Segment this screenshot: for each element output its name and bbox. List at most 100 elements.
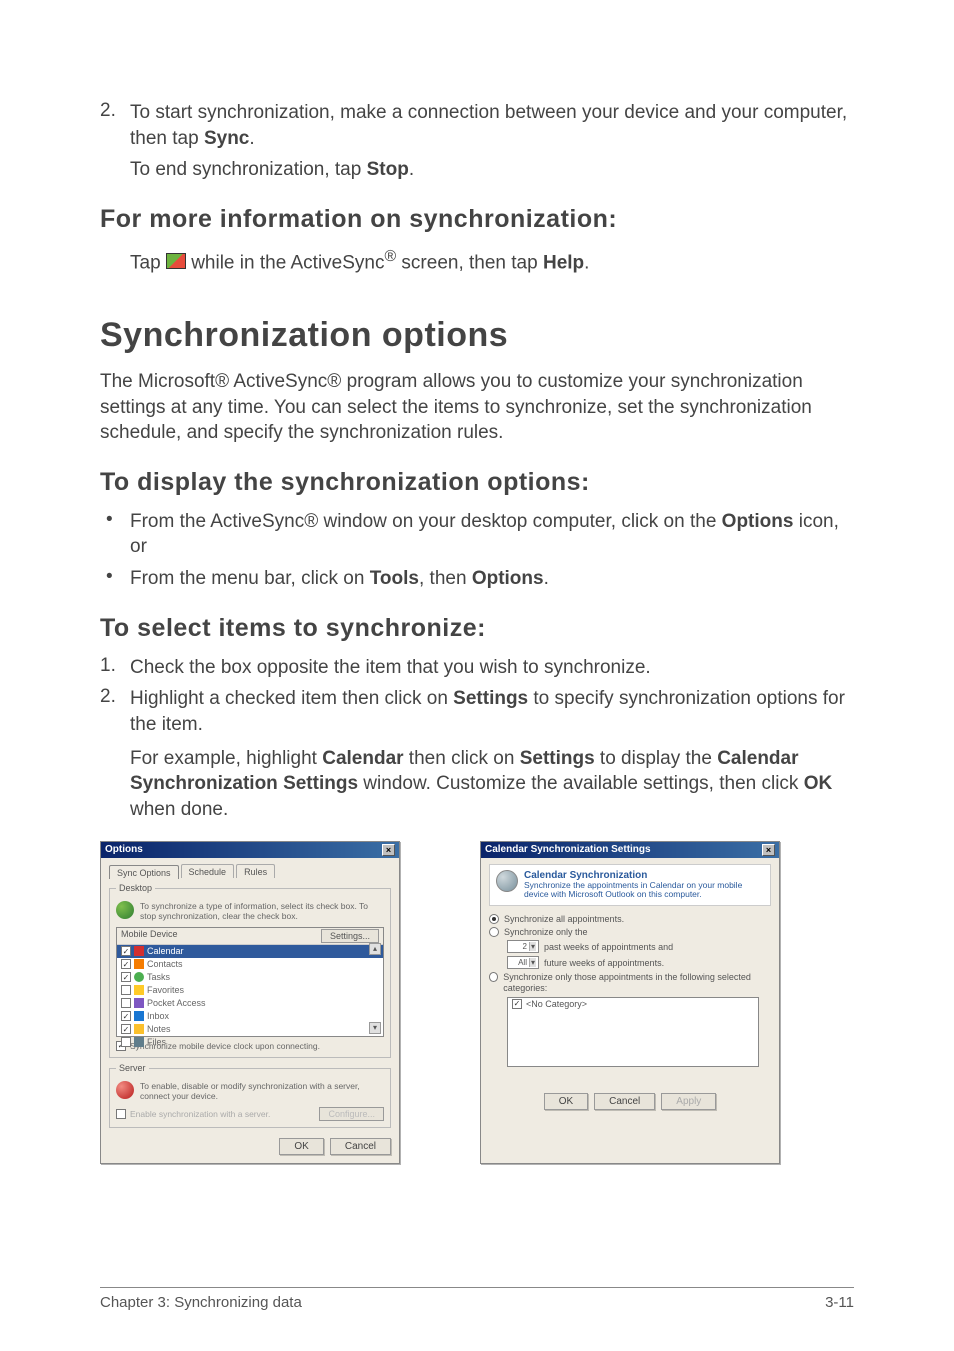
server-enable-checkbox[interactable]	[116, 1109, 126, 1119]
ico-inbox-icon	[134, 1011, 144, 1021]
desktop-info-text: To synchronize a type of information, se…	[140, 901, 384, 921]
radio-only-label: Synchronize only the	[504, 927, 588, 937]
options-title: Options	[105, 844, 143, 855]
server-icon	[116, 1081, 134, 1099]
bullet1-body: From the ActiveSync® window on your desk…	[130, 509, 854, 560]
stop-bold: Stop	[367, 159, 409, 180]
close-icon[interactable]: ×	[762, 844, 775, 856]
item-checkbox[interactable]: ✓	[121, 1024, 131, 1034]
step2-subtext: For example, highlight Calendar then cli…	[130, 746, 854, 823]
radio-only[interactable]	[489, 927, 499, 937]
future-weeks-select[interactable]: All	[507, 956, 539, 969]
ok-button[interactable]: OK	[279, 1138, 323, 1155]
item-checkbox[interactable]	[121, 985, 131, 995]
s2b: Settings	[453, 688, 528, 709]
item-label: Calendar	[147, 946, 184, 956]
banner-title: Calendar Synchronization	[524, 870, 764, 881]
scroll-down-icon[interactable]: ▾	[369, 1022, 381, 1034]
options-titlebar: Options ×	[101, 842, 399, 858]
list-item[interactable]: ✓ Calendar	[117, 945, 383, 958]
item-checkbox[interactable]: ✓	[121, 972, 131, 982]
list-item[interactable]: Pocket Access	[117, 997, 383, 1010]
calendar-banner: Calendar Synchronization Synchronize the…	[489, 864, 771, 907]
period1: .	[249, 128, 254, 149]
item-checkbox[interactable]: ✓	[121, 1011, 131, 1021]
configure-button[interactable]: Configure...	[319, 1107, 384, 1121]
dialogs-row: Options × Sync Options Schedule Rules De…	[100, 841, 854, 1165]
list-item[interactable]: ✓Tasks	[117, 971, 383, 984]
ico-task-icon	[134, 972, 144, 982]
server-frame-title: Server	[116, 1063, 149, 1073]
b1b: Options	[722, 511, 794, 532]
list-item[interactable]: ✓ Notes	[117, 1023, 383, 1036]
close-icon[interactable]: ×	[382, 844, 395, 856]
list-item[interactable]: ✓ Inbox	[117, 1010, 383, 1023]
radio-categories[interactable]	[489, 972, 498, 982]
ssh: OK	[804, 773, 833, 794]
heading-more-info: For more information on synchronization:	[100, 205, 854, 234]
past-weeks-label: past weeks of appointments and	[544, 942, 673, 952]
ssg: window. Customize the available settings…	[358, 773, 804, 794]
calendar-titlebar: Calendar Synchronization Settings ×	[481, 842, 779, 858]
calendar-settings-dialog: Calendar Synchronization Settings × Cale…	[480, 841, 780, 1165]
step2b-num: 2.	[100, 686, 130, 737]
ssb: Calendar	[322, 748, 403, 769]
ico-fav-icon	[134, 985, 144, 995]
server-info-text: To enable, disable or modify synchroniza…	[140, 1081, 384, 1101]
tab-sync-options[interactable]: Sync Options	[109, 865, 179, 879]
tab-schedule[interactable]: Schedule	[181, 864, 235, 878]
past-weeks-select[interactable]: 2	[507, 940, 539, 953]
list-item[interactable]: Favorites	[117, 984, 383, 997]
scroll-up-icon[interactable]: ▴	[369, 943, 381, 955]
options-tabs: Sync Options Schedule Rules	[109, 864, 391, 878]
step-text: To start synchronization, make a connect…	[130, 100, 854, 151]
b2b: Tools	[370, 568, 419, 589]
apply-button[interactable]: Apply	[661, 1093, 716, 1110]
b2c: , then	[419, 568, 472, 589]
server-enable-label: Enable synchronization with a server.	[130, 1109, 270, 1119]
step2-sub-a: To end synchronization, tap	[130, 159, 367, 180]
item-label: Files	[147, 1037, 166, 1047]
options-dialog: Options × Sync Options Schedule Rules De…	[100, 841, 400, 1165]
start-icon	[166, 253, 186, 269]
radio-all[interactable]	[489, 914, 499, 924]
item-label: Notes	[147, 1024, 171, 1034]
mi-d: .	[584, 252, 589, 273]
list-header-label: Mobile Device	[121, 929, 178, 943]
ssi: when done.	[130, 799, 228, 820]
calendar-icon	[496, 870, 518, 892]
heading-display-options: To display the synchronization options:	[100, 468, 854, 497]
item-checkbox[interactable]: ✓	[121, 959, 131, 969]
page-footer: Chapter 3: Synchronizing data 3-11	[100, 1287, 854, 1311]
ico-acc-icon	[134, 998, 144, 1008]
sync-items-listbox[interactable]: Mobile Device Settings... ✓ Calendar ✓Cont…	[116, 927, 384, 1037]
heading-select-items: To select items to synchronize:	[100, 614, 854, 643]
mi-c: screen, then tap	[396, 252, 543, 273]
settings-button[interactable]: Settings...	[321, 929, 379, 943]
list-item[interactable]: ✓Contacts	[117, 958, 383, 971]
tab-rules[interactable]: Rules	[236, 864, 275, 878]
item-checkbox[interactable]	[121, 1037, 131, 1047]
ssc: then click on	[404, 748, 520, 769]
item-checkbox[interactable]: ✓	[121, 946, 131, 956]
item-label: Favorites	[147, 985, 184, 995]
item-checkbox[interactable]	[121, 998, 131, 1008]
mi-b: while in the ActiveSync	[186, 252, 385, 273]
desktop-frame-title: Desktop	[116, 883, 155, 893]
ssa: For example, highlight	[130, 748, 322, 769]
step2b-body: Highlight a checked item then click on S…	[130, 686, 854, 737]
sync-icon	[116, 901, 134, 919]
ok-button[interactable]: OK	[544, 1093, 588, 1110]
category-checkbox[interactable]: ✓	[512, 999, 522, 1009]
cancel-button[interactable]: Cancel	[594, 1093, 655, 1110]
reg-mark: ®	[384, 248, 396, 265]
radio-categories-label: Synchronize only those appointments in t…	[503, 972, 771, 994]
cancel-button[interactable]: Cancel	[330, 1138, 391, 1155]
s2a: Highlight a checked item then click on	[130, 688, 453, 709]
list-item[interactable]: Files	[117, 1036, 383, 1049]
radio-all-label: Synchronize all appointments.	[504, 914, 624, 924]
ico-notes-icon	[134, 1024, 144, 1034]
category-item-label: <No Category>	[526, 999, 587, 1009]
item-label: Inbox	[147, 1011, 169, 1021]
categories-listbox[interactable]: ✓ <No Category>	[507, 997, 759, 1067]
